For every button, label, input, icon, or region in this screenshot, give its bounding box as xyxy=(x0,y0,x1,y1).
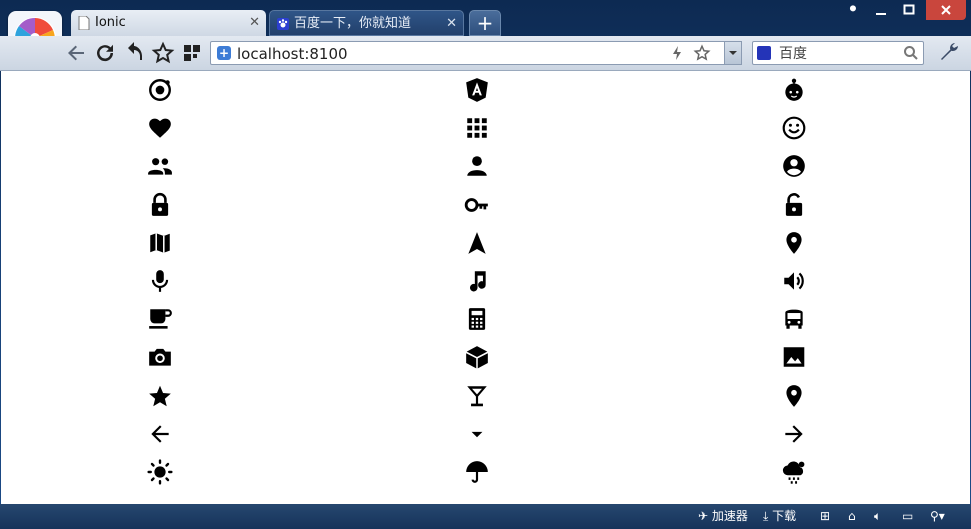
apps-grid-icon xyxy=(464,115,490,141)
baidu-engine-icon[interactable] xyxy=(757,46,771,60)
minimize-button[interactable] xyxy=(868,0,894,20)
happy-face-icon xyxy=(781,115,807,141)
camera-icon xyxy=(147,344,173,370)
close-button[interactable] xyxy=(926,0,966,20)
speaker-icon[interactable]: 🔈︎ xyxy=(874,508,881,525)
browser-window: Ionic ✕ 百度一下，你就知道 ✕ + ⚫ + localhost:8100… xyxy=(0,0,971,529)
download-item[interactable]: ⤓ 下载 xyxy=(763,508,796,525)
tab-ionic[interactable]: Ionic ✕ xyxy=(71,10,266,36)
wrench-menu-icon[interactable] xyxy=(938,41,962,65)
accelerator-label: 加速器 xyxy=(711,509,748,523)
volume-icon xyxy=(781,268,807,294)
person-icon xyxy=(464,153,490,179)
address-bar[interactable]: + localhost:8100 xyxy=(210,41,742,65)
people-icon xyxy=(147,153,173,179)
image-icon xyxy=(781,344,807,370)
baby-icon xyxy=(781,77,807,103)
skin-icon[interactable]: ⚫ xyxy=(840,0,866,20)
search-icon[interactable] xyxy=(903,45,919,61)
page-icon xyxy=(78,16,90,30)
bank-icon[interactable]: ⌂ xyxy=(848,508,856,525)
arrow-back-icon xyxy=(147,421,173,447)
bus-icon xyxy=(781,306,807,332)
cube-icon xyxy=(464,344,490,370)
site-plus-icon: + xyxy=(217,46,231,60)
address-dropdown[interactable] xyxy=(724,41,742,65)
music-note-icon xyxy=(464,268,490,294)
heart-icon xyxy=(147,115,173,141)
wine-glass-icon xyxy=(464,383,490,409)
back-arrow-icon[interactable] xyxy=(64,41,88,65)
tab-title: 百度一下，你就知道 xyxy=(294,16,412,31)
star-icon xyxy=(147,383,173,409)
tab-close-icon[interactable]: ✕ xyxy=(446,11,457,35)
download-icon: ⤓ xyxy=(763,509,769,523)
tab-close-icon[interactable]: ✕ xyxy=(249,10,260,36)
screen-icon[interactable]: ▭ xyxy=(902,508,913,525)
address-url: localhost:8100 xyxy=(237,45,348,63)
microphone-icon xyxy=(147,268,173,294)
key-icon xyxy=(464,192,490,218)
umbrella-icon xyxy=(464,459,490,485)
arrow-down-icon xyxy=(464,421,490,447)
new-tab-button[interactable]: + xyxy=(469,10,501,36)
undo-icon[interactable] xyxy=(122,41,146,65)
accelerator-item[interactable]: ✈ 加速器 xyxy=(698,508,748,525)
rocket-icon: ✈ xyxy=(698,509,709,523)
pin-icon xyxy=(781,383,807,409)
angular-icon xyxy=(464,77,490,103)
baidu-paw-icon xyxy=(277,18,289,30)
chevron-down-icon xyxy=(729,51,737,55)
tab-title: Ionic xyxy=(95,15,126,30)
lightning-icon[interactable] xyxy=(669,45,685,61)
calculator-icon xyxy=(464,306,490,332)
maximize-icon xyxy=(903,4,915,15)
download-label: 下载 xyxy=(772,509,797,523)
status-bar: ✈ 加速器 ⤓ 下载 ⊞ ⌂ 🔈︎ ▭ ⚲▾ xyxy=(0,504,971,529)
apps-icon[interactable] xyxy=(180,41,204,65)
close-icon xyxy=(941,5,951,15)
ionic-icon xyxy=(147,77,173,103)
map-icon xyxy=(147,230,173,256)
minimize-icon xyxy=(876,13,886,15)
navigation-toolbar: + localhost:8100 百度 xyxy=(0,36,971,71)
sunny-icon xyxy=(147,459,173,485)
unlock-icon xyxy=(781,192,807,218)
cafe-cup-icon xyxy=(147,306,173,332)
zoom-icon[interactable]: ⚲▾ xyxy=(930,508,945,525)
refresh-icon[interactable] xyxy=(93,41,117,65)
maximize-button[interactable] xyxy=(896,0,922,20)
rainy-cloud-icon xyxy=(781,459,807,485)
page-content xyxy=(1,71,970,504)
bookmark-star-icon[interactable] xyxy=(151,41,175,65)
location-pin-icon xyxy=(781,230,807,256)
arrow-forward-icon xyxy=(781,421,807,447)
lock-icon xyxy=(147,192,173,218)
tab-baidu[interactable]: 百度一下，你就知道 ✕ xyxy=(269,10,464,36)
favorite-star-icon[interactable] xyxy=(693,44,711,62)
search-input[interactable]: 百度 xyxy=(779,44,807,64)
contact-icon xyxy=(781,153,807,179)
search-box[interactable]: 百度 xyxy=(752,41,924,65)
add-icon[interactable]: ⊞ xyxy=(820,508,830,525)
navigate-icon xyxy=(464,230,490,256)
